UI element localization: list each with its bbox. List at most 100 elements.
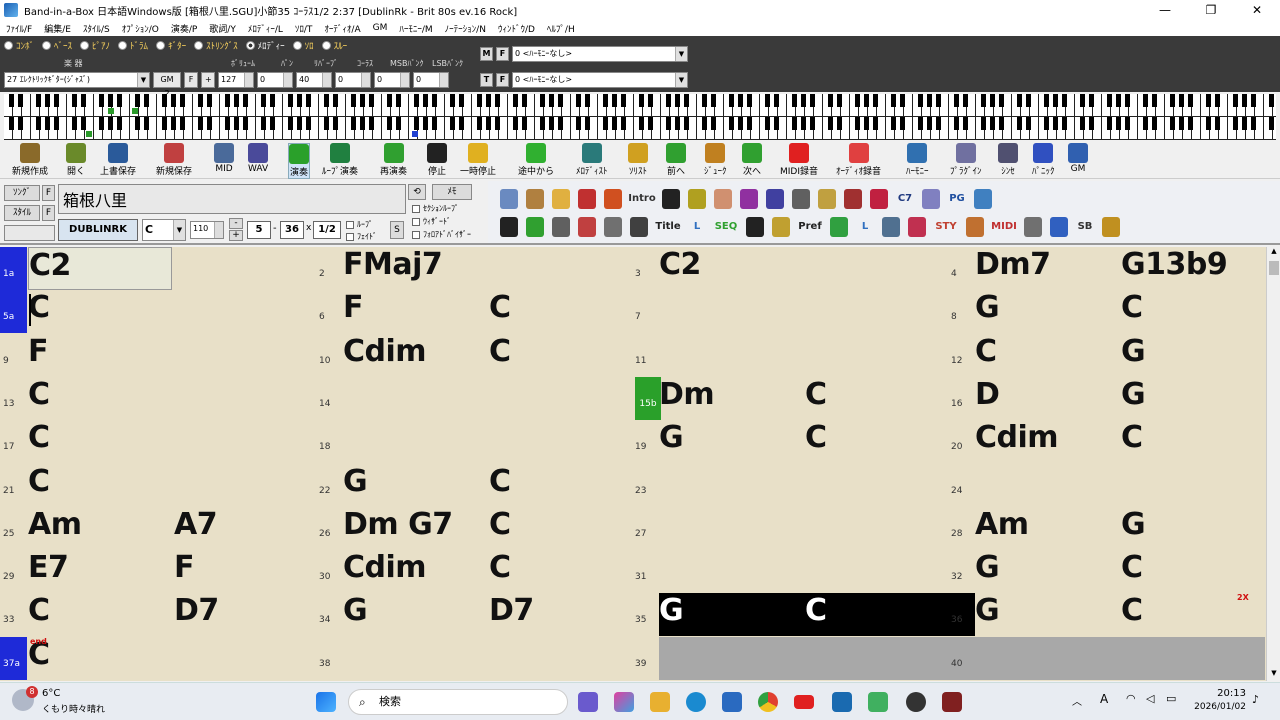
chord-bar[interactable]: C <box>28 637 344 680</box>
bar-marker[interactable]: 37a <box>0 636 27 680</box>
mic-icon[interactable] <box>1024 217 1042 237</box>
chord-bar[interactable]: 2 FMaj7 <box>319 247 659 290</box>
toolbar-button[interactable]: WAV <box>248 143 268 174</box>
clock-date[interactable]: 2026/01/02 <box>1184 702 1246 712</box>
toolbar-button[interactable]: 途中から <box>518 143 554 177</box>
radio-button-icon[interactable] <box>245 41 255 50</box>
lsb-spinner[interactable]: 0 <box>413 72 449 88</box>
chord-bar[interactable]: 22 G C <box>319 464 659 507</box>
edge-icon[interactable] <box>686 692 706 712</box>
favorites-icon[interactable] <box>578 189 596 209</box>
tuner-icon[interactable] <box>792 189 810 209</box>
taskbar-search[interactable]: ⌕ 検索 <box>348 689 568 715</box>
menu-item[interactable]: ﾊｰﾓﾆｰ/M <box>399 22 432 35</box>
close-button[interactable]: ✕ <box>1234 0 1280 20</box>
lemon-icon[interactable] <box>688 189 706 209</box>
notification-bell-icon[interactable]: ♪ <box>1252 693 1259 706</box>
key-select[interactable]: C ▼ <box>142 219 186 241</box>
melody-harmony-select[interactable]: 0 <ﾊｰﾓﾆｰなし> ▼ <box>512 46 688 62</box>
audio-icon[interactable] <box>578 217 596 237</box>
chord-bar[interactable]: Am A7 <box>28 507 344 550</box>
medal-icon[interactable] <box>1102 217 1120 237</box>
tray-chevron-icon[interactable]: ︿ <box>1072 693 1082 708</box>
chord-bar[interactable]: 4 Dm7 G13b9 <box>951 247 1265 290</box>
bar-marker[interactable]: 25 <box>0 507 27 550</box>
piano-row-lower[interactable] <box>4 117 1276 139</box>
bar-marker[interactable]: 5a <box>0 290 27 334</box>
toolbar-button[interactable]: ﾙｰﾌﾟ演奏 <box>322 143 358 177</box>
menu-item[interactable]: ﾌｧｲﾙ/F <box>6 22 32 35</box>
toolbar-button[interactable]: 停止 <box>427 143 447 177</box>
toolbar-button[interactable]: 前へ <box>666 143 686 177</box>
loop-checkbox[interactable]: ﾙｰﾌﾟ <box>346 219 373 230</box>
chord-bar[interactable]: 26 Dm G7 C <box>319 507 659 550</box>
youtube-icon[interactable] <box>794 695 814 709</box>
spinner-arrows-icon[interactable] <box>400 73 409 87</box>
track-radio[interactable]: ﾋﾟｱﾉ <box>80 39 110 52</box>
chord-bar[interactable]: 6 F C <box>319 290 659 333</box>
chord-bar[interactable]: 23 <box>635 464 975 507</box>
song-button[interactable]: ｿﾝｸﾞ <box>4 185 40 201</box>
intro-icon[interactable]: Intro <box>628 189 656 209</box>
msb-spinner[interactable]: 0 <box>374 72 410 88</box>
toolbar-button[interactable]: 次へ <box>742 143 762 177</box>
menu-item[interactable]: ﾒﾛﾃﾞｨｰ/L <box>248 22 283 35</box>
notes-icon[interactable] <box>766 189 784 209</box>
chord-bar[interactable]: 36 G C <box>951 593 1265 636</box>
cd-icon[interactable] <box>922 189 940 209</box>
harmony-t-f-button[interactable]: F <box>496 73 509 87</box>
menu-item[interactable]: GM <box>373 23 388 33</box>
chord-bar[interactable]: 20 Cdim C <box>951 420 1265 463</box>
toolbar-button[interactable]: GM <box>1068 143 1088 174</box>
chord-bar[interactable]: C <box>28 377 344 420</box>
band-in-a-box-taskbar-icon[interactable] <box>942 692 962 712</box>
chord-bar[interactable]: C <box>28 464 344 507</box>
copy-icon[interactable] <box>500 189 518 209</box>
toolbar-button[interactable]: ﾊﾟﾆｯｸ <box>1032 143 1055 177</box>
speaker-icon[interactable] <box>552 217 570 237</box>
drum-icon[interactable] <box>966 217 984 237</box>
seq-icon[interactable]: SEQ <box>712 217 740 237</box>
toolbar-button[interactable]: 一時停止 <box>460 143 496 177</box>
toolbar-button[interactable]: 上書保存 <box>100 143 136 177</box>
menu-item[interactable]: ｳｨﾝﾄﾞｳ/D <box>498 22 535 35</box>
spinner-arrows-icon[interactable] <box>322 73 331 87</box>
dollar-icon[interactable] <box>772 217 790 237</box>
store-icon[interactable] <box>722 692 742 712</box>
green-note-icon[interactable] <box>526 217 544 237</box>
sb-icon[interactable]: SB <box>1074 217 1096 237</box>
toolbar-button[interactable]: ﾒﾛﾃﾞｨｽﾄ <box>576 143 608 177</box>
realtracks-icon[interactable] <box>844 189 862 209</box>
piano-row-upper[interactable] <box>4 94 1276 116</box>
guitar-icon[interactable] <box>604 189 622 209</box>
track-radio[interactable]: ｷﾞﾀｰ <box>156 39 186 52</box>
menu-item[interactable]: 編集/E <box>44 22 71 35</box>
style-name-button[interactable]: DUBLINRK <box>58 219 138 241</box>
radio-button-icon[interactable] <box>4 41 13 50</box>
chord-bar[interactable]: 16 D G <box>951 377 1265 420</box>
style-slot[interactable] <box>4 225 55 241</box>
ime-indicator[interactable]: A <box>1100 692 1108 706</box>
weather-desc[interactable]: くもり時々晴れ <box>42 702 105 715</box>
toolbar-button[interactable]: ﾌﾟﾗｸﾞｲﾝ <box>950 143 982 177</box>
track-radio[interactable]: ﾄﾞﾗﾑ <box>118 39 148 52</box>
menu-item[interactable]: ｵｰﾃﾞｨｵ/A <box>324 22 360 35</box>
style-f-button[interactable]: F <box>42 205 55 221</box>
toolbar-button[interactable]: ｿﾘｽﾄ <box>628 143 648 177</box>
pg-icon[interactable]: PG <box>946 189 968 209</box>
follow-advisor-checkbox[interactable]: ﾌｫﾛｱﾄﾞﾊﾞｲｻﾞｰ <box>412 229 471 240</box>
gm2-button[interactable]: GM 2 <box>153 72 181 98</box>
track-radio[interactable]: ｽﾙｰ <box>321 39 347 52</box>
track-radio[interactable]: ｿﾛ <box>292 39 314 52</box>
pref-icon[interactable]: Pref <box>796 217 824 237</box>
menu-item[interactable]: ﾍﾙﾌﾟ/H <box>547 22 575 35</box>
tempo-plus-button[interactable]: + <box>229 230 243 241</box>
printer-icon[interactable] <box>604 217 622 237</box>
instrument-f-button[interactable]: F <box>184 72 198 88</box>
chord-bar[interactable]: E7 F <box>28 550 344 593</box>
chord-bar[interactable]: 12 C G <box>951 334 1265 377</box>
spinner-arrows-icon[interactable] <box>361 73 370 87</box>
chord-bar[interactable]: C2 <box>28 247 172 290</box>
pill-icon[interactable] <box>908 217 926 237</box>
start-bar-field[interactable]: 5 <box>247 221 271 239</box>
